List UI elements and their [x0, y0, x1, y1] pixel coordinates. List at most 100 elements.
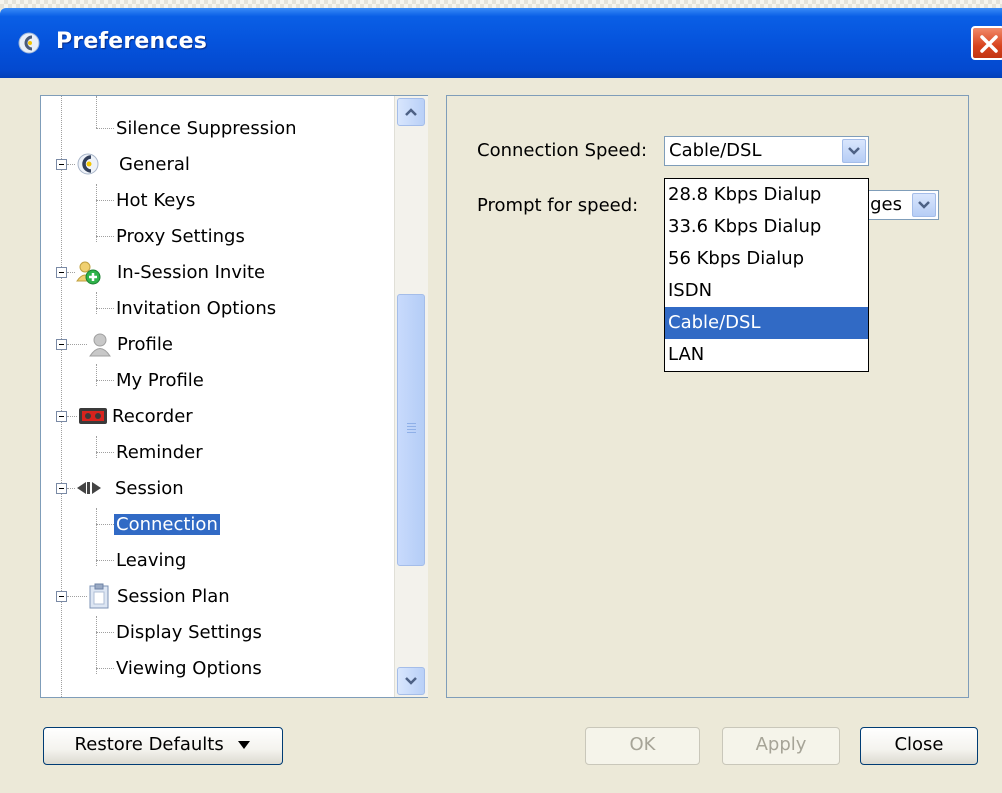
- tree-item-label: Leaving: [116, 550, 187, 571]
- tree-item-leaving[interactable]: Leaving: [114, 546, 188, 576]
- tree-guide-line: [96, 616, 97, 674]
- tree-item-proxy-settings[interactable]: Proxy Settings: [114, 222, 247, 252]
- tree-item-session[interactable]: Session: [105, 474, 186, 504]
- tree-guide-line: [96, 184, 97, 242]
- tree-item-label: Silence Suppression: [116, 118, 297, 139]
- tree-item-display-settings[interactable]: Display Settings: [114, 618, 264, 648]
- option-33-6-kbps[interactable]: 33.6 Kbps Dialup: [665, 211, 868, 243]
- collapse-toggle[interactable]: [56, 411, 67, 422]
- collapse-toggle[interactable]: [56, 159, 67, 170]
- tree-item-label: Viewing Options: [116, 658, 262, 679]
- tree-item-hot-keys[interactable]: Hot Keys: [114, 186, 197, 216]
- thumb-grip: [407, 426, 416, 427]
- tree-scrollbar[interactable]: [394, 96, 428, 697]
- tree-guide-line: [96, 436, 97, 458]
- prompt-speed-dropdown-button[interactable]: [912, 193, 936, 217]
- tree-guide-line: [61, 96, 62, 697]
- tree-branch: [67, 344, 87, 345]
- tree-branch: [96, 668, 114, 669]
- tree-branch: [96, 200, 114, 201]
- option-56-kbps[interactable]: 56 Kbps Dialup: [665, 243, 868, 275]
- tree-item-label: Recorder: [112, 406, 193, 427]
- tree-item-silence-suppression[interactable]: Silence Suppression: [114, 114, 299, 144]
- thumb-grip: [407, 432, 416, 433]
- profile-icon: [89, 333, 111, 357]
- tree-guide-line: [96, 96, 97, 128]
- chevron-down-icon: [918, 201, 930, 209]
- thumb-grip: [407, 423, 416, 424]
- connection-speed-label: Connection Speed:: [477, 140, 648, 161]
- tree-item-recorder[interactable]: Recorder: [110, 402, 195, 432]
- tree-item-label: General: [119, 154, 190, 175]
- tree-item-label: Reminder: [116, 442, 203, 463]
- tree-branch: [96, 524, 114, 525]
- tree-item-label: Connection: [114, 514, 220, 535]
- window-close-button[interactable]: [971, 26, 1002, 60]
- chevron-up-icon: [405, 108, 417, 116]
- tree-item-label: Hot Keys: [116, 190, 196, 211]
- tree-branch: [67, 416, 77, 417]
- ok-button[interactable]: OK: [585, 727, 700, 765]
- tree-item-label: Session Plan: [117, 586, 230, 607]
- tree-branch: [96, 560, 114, 561]
- tree-items: Silence Suppression General Hot Keys Pro…: [41, 96, 393, 697]
- caret-down-icon: [238, 741, 251, 749]
- option-lan[interactable]: LAN: [665, 339, 868, 371]
- scroll-thumb[interactable]: [397, 294, 425, 566]
- tree-branch: [96, 308, 114, 309]
- tree-branch: [96, 236, 114, 237]
- tree-item-label: Invitation Options: [116, 298, 277, 319]
- connection-speed-options[interactable]: 28.8 Kbps Dialup 33.6 Kbps Dialup 56 Kbp…: [664, 178, 869, 372]
- tree-item-viewing-options[interactable]: Viewing Options: [114, 654, 264, 684]
- tree-branch: [96, 632, 114, 633]
- collapse-toggle[interactable]: [56, 591, 67, 602]
- tree-item-invitation-options[interactable]: Invitation Options: [114, 294, 278, 324]
- tree-branch: [96, 128, 114, 129]
- restore-defaults-button[interactable]: Restore Defaults: [43, 727, 283, 765]
- tree-guide-line: [96, 292, 97, 314]
- tree-item-profile[interactable]: Profile: [115, 330, 175, 360]
- tree-item-my-profile[interactable]: My Profile: [114, 366, 206, 396]
- tree-item-connection[interactable]: Connection: [114, 510, 220, 540]
- option-28-8-kbps[interactable]: 28.8 Kbps Dialup: [665, 179, 868, 211]
- preferences-tree[interactable]: Silence Suppression General Hot Keys Pro…: [40, 95, 428, 698]
- tree-item-reminder[interactable]: Reminder: [114, 438, 205, 468]
- prompt-speed-value: ges: [870, 194, 902, 215]
- connection-speed-select[interactable]: Cable/DSL: [664, 136, 869, 166]
- collapse-toggle[interactable]: [56, 483, 67, 494]
- apply-button[interactable]: Apply: [722, 727, 840, 765]
- tree-branch: [96, 452, 114, 453]
- option-cable-dsl[interactable]: Cable/DSL: [665, 307, 868, 339]
- tree-branch: [67, 272, 75, 273]
- tree-branch: [67, 488, 75, 489]
- tree-item-session-plan[interactable]: Session Plan: [115, 582, 232, 612]
- app-icon: [18, 32, 40, 54]
- clipboard-icon: [89, 583, 109, 609]
- close-button[interactable]: Close: [860, 727, 978, 765]
- tree-guide-line: [96, 364, 97, 386]
- collapse-toggle[interactable]: [56, 267, 67, 278]
- scroll-down-button[interactable]: [397, 667, 425, 695]
- scroll-up-button[interactable]: [397, 98, 425, 126]
- chevron-down-icon: [405, 677, 417, 685]
- tree-item-general[interactable]: General: [111, 150, 192, 180]
- tree-item-in-session-invite[interactable]: In-Session Invite: [105, 258, 267, 288]
- title-bar[interactable]: Preferences: [0, 8, 1002, 78]
- connection-speed-value: Cable/DSL: [669, 140, 762, 161]
- window-title: Preferences: [56, 29, 208, 54]
- tree-branch: [67, 596, 87, 597]
- general-icon: [77, 153, 99, 175]
- tree-item-label: Profile: [117, 334, 173, 355]
- collapse-toggle[interactable]: [56, 339, 67, 350]
- tree-item-label: Proxy Settings: [116, 226, 245, 247]
- recorder-icon: [79, 408, 107, 424]
- tree-guide-line: [96, 508, 97, 566]
- tree-branch: [67, 164, 75, 165]
- tree-item-label: In-Session Invite: [117, 262, 266, 283]
- tree-item-label: My Profile: [116, 370, 204, 391]
- preferences-window: Preferences Silence Suppression General …: [0, 8, 1002, 793]
- session-icon: [77, 482, 101, 494]
- connection-speed-dropdown-button[interactable]: [842, 139, 866, 163]
- option-isdn[interactable]: ISDN: [665, 275, 868, 307]
- thumb-grip: [407, 429, 416, 430]
